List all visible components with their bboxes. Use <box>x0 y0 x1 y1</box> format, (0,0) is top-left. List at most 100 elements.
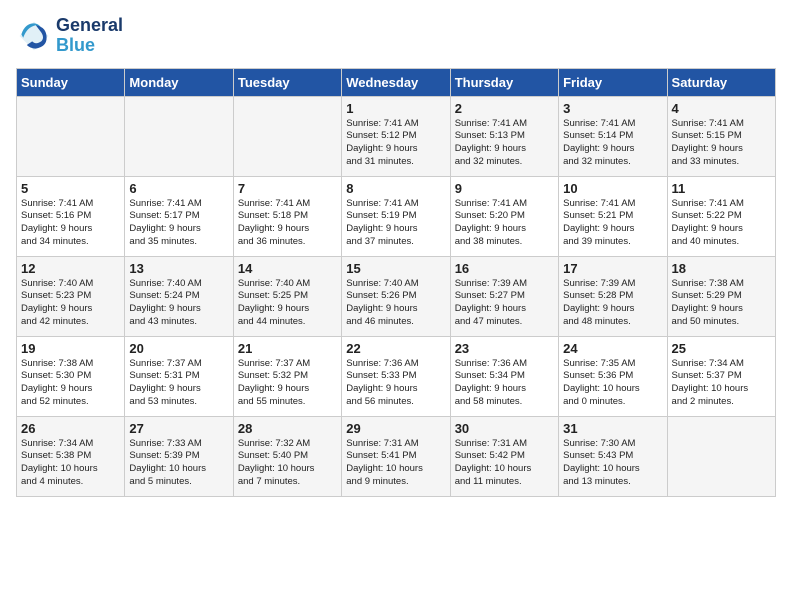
cell-text: Sunrise: 7:39 AM Sunset: 5:28 PM Dayligh… <box>563 278 662 329</box>
calendar-cell <box>17 96 125 176</box>
day-number: 21 <box>238 341 337 356</box>
calendar-week-5: 26Sunrise: 7:34 AM Sunset: 5:38 PM Dayli… <box>17 416 776 496</box>
calendar-week-4: 19Sunrise: 7:38 AM Sunset: 5:30 PM Dayli… <box>17 336 776 416</box>
day-number: 17 <box>563 261 662 276</box>
calendar-cell: 16Sunrise: 7:39 AM Sunset: 5:27 PM Dayli… <box>450 256 558 336</box>
cell-text: Sunrise: 7:40 AM Sunset: 5:26 PM Dayligh… <box>346 278 445 329</box>
weekday-header-wednesday: Wednesday <box>342 68 450 96</box>
day-number: 20 <box>129 341 228 356</box>
calendar-cell: 24 Sunrise: 7:35 AM Sunset: 5:36 PM Dayli… <box>559 336 667 416</box>
day-number: 26 <box>21 421 120 436</box>
calendar-cell: 21 Sunrise: 7:37 AM Sunset: 5:32 PM Dayli… <box>233 336 341 416</box>
calendar-cell: 13 Sunrise: 7:40 AM Sunset: 5:24 PM Dayli… <box>125 256 233 336</box>
cell-text: Sunrise: 7:35 AM Sunset: 5:36 PM Dayligh… <box>563 358 662 409</box>
day-number: 25 <box>672 341 771 356</box>
cell-text: Sunrise: 7:41 AM Sunset: 5:14 PM Dayligh… <box>563 118 662 169</box>
cell-text: Sunrise: 7:36 AM Sunset: 5:33 PM Dayligh… <box>346 358 445 409</box>
day-number: 29 <box>346 421 445 436</box>
calendar-cell: 6 Sunrise: 7:41 AM Sunset: 5:17 PM Daylig… <box>125 176 233 256</box>
day-number: 12 <box>21 261 120 276</box>
day-number: 22 <box>346 341 445 356</box>
cell-text: Sunrise: 7:41 AM Sunset: 5:16 PM Dayligh… <box>21 198 120 249</box>
cell-text: Sunrise: 7:40 AM Sunset: 5:24 PM Dayligh… <box>129 278 228 329</box>
calendar-week-3: 12 Sunrise: 7:40 AM Sunset: 5:23 PM Dayli… <box>17 256 776 336</box>
calendar-cell: 7 Sunrise: 7:41 AM Sunset: 5:18 PM Daylig… <box>233 176 341 256</box>
calendar-cell: 14Sunrise: 7:40 AM Sunset: 5:25 PM Dayli… <box>233 256 341 336</box>
cell-text: Sunrise: 7:41 AM Sunset: 5:15 PM Dayligh… <box>672 118 771 169</box>
calendar-cell: 11 Sunrise: 7:41 AM Sunset: 5:22 PM Dayli… <box>667 176 775 256</box>
calendar-cell: 8 Sunrise: 7:41 AM Sunset: 5:19 PM Daylig… <box>342 176 450 256</box>
calendar-cell: 15 Sunrise: 7:40 AM Sunset: 5:26 PM Dayli… <box>342 256 450 336</box>
cell-text: Sunrise: 7:37 AM Sunset: 5:31 PM Dayligh… <box>129 358 228 409</box>
cell-text: Sunrise: 7:41 AM Sunset: 5:21 PM Dayligh… <box>563 198 662 249</box>
calendar-week-2: 5Sunrise: 7:41 AM Sunset: 5:16 PM Daylig… <box>17 176 776 256</box>
cell-text: Sunrise: 7:32 AM Sunset: 5:40 PM Dayligh… <box>238 438 337 489</box>
cell-text: Sunrise: 7:41 AM Sunset: 5:12 PM Dayligh… <box>346 118 445 169</box>
weekday-header-sunday: Sunday <box>17 68 125 96</box>
cell-text: Sunrise: 7:34 AM Sunset: 5:37 PM Dayligh… <box>672 358 771 409</box>
day-number: 24 <box>563 341 662 356</box>
cell-text: Sunrise: 7:41 AM Sunset: 5:17 PM Dayligh… <box>129 198 228 249</box>
cell-text: Sunrise: 7:30 AM Sunset: 5:43 PM Dayligh… <box>563 438 662 489</box>
calendar-cell: 29 Sunrise: 7:31 AM Sunset: 5:41 PM Dayli… <box>342 416 450 496</box>
cell-text: Sunrise: 7:36 AM Sunset: 5:34 PM Dayligh… <box>455 358 554 409</box>
day-number: 4 <box>672 101 771 116</box>
page-header: General Blue <box>16 16 776 56</box>
day-number: 8 <box>346 181 445 196</box>
cell-text: Sunrise: 7:38 AM Sunset: 5:30 PM Dayligh… <box>21 358 120 409</box>
day-number: 30 <box>455 421 554 436</box>
calendar-cell: 30 Sunrise: 7:31 AM Sunset: 5:42 PM Dayli… <box>450 416 558 496</box>
calendar-week-1: 1 Sunrise: 7:41 AM Sunset: 5:12 PM Daylig… <box>17 96 776 176</box>
cell-text: Sunrise: 7:37 AM Sunset: 5:32 PM Dayligh… <box>238 358 337 409</box>
day-number: 11 <box>672 181 771 196</box>
calendar-cell: 12 Sunrise: 7:40 AM Sunset: 5:23 PM Dayli… <box>17 256 125 336</box>
calendar-cell: 28 Sunrise: 7:32 AM Sunset: 5:40 PM Dayli… <box>233 416 341 496</box>
calendar-cell: 27 Sunrise: 7:33 AM Sunset: 5:39 PM Dayli… <box>125 416 233 496</box>
calendar-cell: 31 Sunrise: 7:30 AM Sunset: 5:43 PM Dayli… <box>559 416 667 496</box>
calendar-cell <box>667 416 775 496</box>
day-number: 3 <box>563 101 662 116</box>
weekday-header-saturday: Saturday <box>667 68 775 96</box>
day-number: 18 <box>672 261 771 276</box>
logo-text: General Blue <box>56 16 123 56</box>
day-number: 7 <box>238 181 337 196</box>
cell-text: Sunrise: 7:41 AM Sunset: 5:22 PM Dayligh… <box>672 198 771 249</box>
cell-text: Sunrise: 7:33 AM Sunset: 5:39 PM Dayligh… <box>129 438 228 489</box>
calendar-cell: 26Sunrise: 7:34 AM Sunset: 5:38 PM Dayli… <box>17 416 125 496</box>
cell-text: Sunrise: 7:41 AM Sunset: 5:18 PM Dayligh… <box>238 198 337 249</box>
calendar-cell: 4 Sunrise: 7:41 AM Sunset: 5:15 PM Daylig… <box>667 96 775 176</box>
calendar-cell: 19Sunrise: 7:38 AM Sunset: 5:30 PM Dayli… <box>17 336 125 416</box>
calendar-cell: 18 Sunrise: 7:38 AM Sunset: 5:29 PM Dayli… <box>667 256 775 336</box>
calendar-table: SundayMondayTuesdayWednesdayThursdayFrid… <box>16 68 776 497</box>
calendar-cell: 10 Sunrise: 7:41 AM Sunset: 5:21 PM Dayli… <box>559 176 667 256</box>
day-number: 1 <box>346 101 445 116</box>
calendar-cell <box>233 96 341 176</box>
calendar-cell: 3 Sunrise: 7:41 AM Sunset: 5:14 PM Daylig… <box>559 96 667 176</box>
cell-text: Sunrise: 7:41 AM Sunset: 5:20 PM Dayligh… <box>455 198 554 249</box>
logo-icon <box>16 18 52 54</box>
calendar-cell: 20 Sunrise: 7:37 AM Sunset: 5:31 PM Dayli… <box>125 336 233 416</box>
cell-text: Sunrise: 7:31 AM Sunset: 5:41 PM Dayligh… <box>346 438 445 489</box>
day-number: 15 <box>346 261 445 276</box>
logo: General Blue <box>16 16 123 56</box>
weekday-header-thursday: Thursday <box>450 68 558 96</box>
day-number: 6 <box>129 181 228 196</box>
day-number: 31 <box>563 421 662 436</box>
day-number: 27 <box>129 421 228 436</box>
calendar-cell <box>125 96 233 176</box>
cell-text: Sunrise: 7:41 AM Sunset: 5:13 PM Dayligh… <box>455 118 554 169</box>
cell-text: Sunrise: 7:40 AM Sunset: 5:23 PM Dayligh… <box>21 278 120 329</box>
day-number: 9 <box>455 181 554 196</box>
day-number: 13 <box>129 261 228 276</box>
calendar-cell: 9 Sunrise: 7:41 AM Sunset: 5:20 PM Daylig… <box>450 176 558 256</box>
cell-text: Sunrise: 7:41 AM Sunset: 5:19 PM Dayligh… <box>346 198 445 249</box>
cell-text: Sunrise: 7:40 AM Sunset: 5:25 PM Dayligh… <box>238 278 337 329</box>
calendar-cell: 23Sunrise: 7:36 AM Sunset: 5:34 PM Dayli… <box>450 336 558 416</box>
weekday-header-monday: Monday <box>125 68 233 96</box>
day-number: 28 <box>238 421 337 436</box>
day-number: 10 <box>563 181 662 196</box>
cell-text: Sunrise: 7:31 AM Sunset: 5:42 PM Dayligh… <box>455 438 554 489</box>
day-number: 2 <box>455 101 554 116</box>
cell-text: Sunrise: 7:38 AM Sunset: 5:29 PM Dayligh… <box>672 278 771 329</box>
calendar-cell: 1 Sunrise: 7:41 AM Sunset: 5:12 PM Daylig… <box>342 96 450 176</box>
